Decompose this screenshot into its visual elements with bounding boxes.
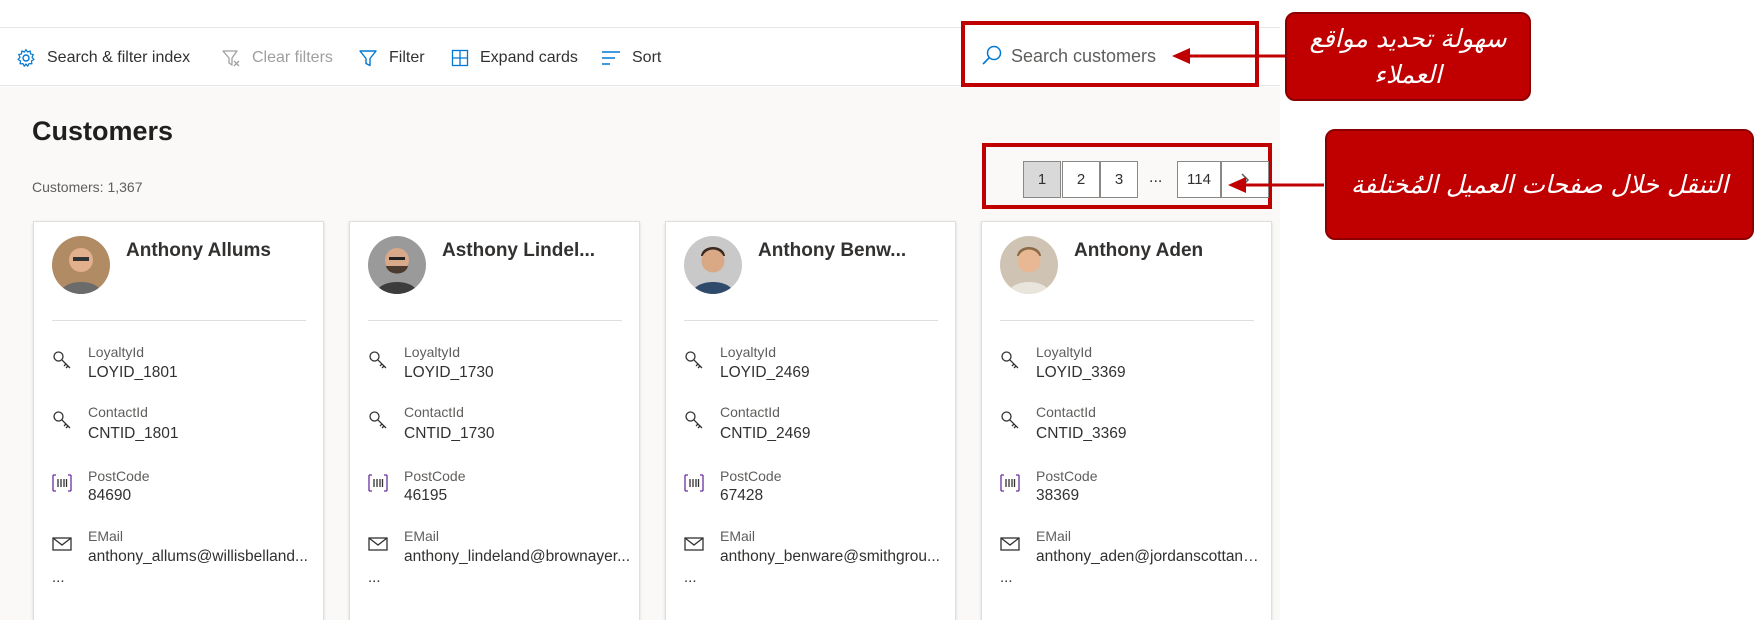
customer-card[interactable]: Anthony Aden LoyaltyId LOYID_3369 Contac… bbox=[981, 221, 1272, 620]
clear-filters-label: Clear filters bbox=[252, 48, 333, 66]
contact-label: ContactId bbox=[720, 404, 780, 420]
expand-cards-label: Expand cards bbox=[480, 48, 578, 66]
filter-icon bbox=[359, 49, 377, 66]
barcode-icon bbox=[684, 474, 704, 492]
email-label: EMail bbox=[88, 528, 124, 544]
divider bbox=[52, 320, 306, 321]
more-fields-ellipsis: ... bbox=[1000, 569, 1013, 586]
email-value: anthony_aden@jordanscottand... bbox=[1036, 548, 1264, 565]
more-fields-ellipsis: ... bbox=[52, 569, 65, 586]
key-icon bbox=[369, 411, 387, 429]
divider bbox=[684, 320, 938, 321]
customer-card[interactable]: Asthony Lindel... LoyaltyId LOYID_1730 C… bbox=[349, 221, 640, 620]
key-icon bbox=[53, 411, 71, 429]
sort-icon bbox=[602, 50, 620, 65]
key-icon bbox=[685, 351, 703, 369]
barcode-icon bbox=[52, 474, 72, 492]
sort-label: Sort bbox=[632, 48, 662, 66]
loyalty-value: LOYID_2469 bbox=[720, 364, 810, 381]
postcode-value: 67428 bbox=[720, 487, 764, 504]
key-icon bbox=[1001, 351, 1019, 369]
page-button-2[interactable]: 2 bbox=[1062, 161, 1100, 198]
callout-search: سهولة تحديد مواقع العملاء bbox=[1285, 12, 1531, 101]
contact-value: CNTID_2469 bbox=[720, 425, 811, 442]
contact-label: ContactId bbox=[1036, 404, 1096, 420]
loyalty-value: LOYID_3369 bbox=[1036, 364, 1126, 381]
loyalty-value: LOYID_1801 bbox=[88, 364, 178, 381]
postcode-value: 84690 bbox=[88, 487, 132, 504]
email-value: anthony_allums@willisbelland... bbox=[88, 548, 308, 565]
contact-value: CNTID_1730 bbox=[404, 425, 495, 442]
email-value: anthony_lindeland@brownayer... bbox=[404, 548, 630, 565]
customer-name[interactable]: Anthony Benw... bbox=[758, 240, 906, 262]
more-fields-ellipsis: ... bbox=[368, 569, 381, 586]
divider bbox=[1000, 320, 1254, 321]
email-value: anthony_benware@smithgrou... bbox=[720, 548, 940, 565]
email-label: EMail bbox=[404, 528, 440, 544]
more-fields-ellipsis: ... bbox=[684, 569, 697, 586]
loyalty-label: LoyaltyId bbox=[88, 344, 145, 360]
clear-filter-icon bbox=[222, 49, 240, 66]
page-button-last[interactable]: 114 bbox=[1177, 161, 1221, 198]
key-icon bbox=[53, 351, 71, 369]
customer-name[interactable]: Anthony Allums bbox=[126, 240, 271, 262]
loyalty-label: LoyaltyId bbox=[1036, 344, 1093, 360]
filter-button[interactable]: Filter bbox=[358, 28, 425, 87]
avatar bbox=[368, 236, 426, 294]
avatar bbox=[684, 236, 742, 294]
main-content: Customers Customers: 1,367 1 2 3 ... 114… bbox=[0, 87, 1280, 620]
loyalty-label: LoyaltyId bbox=[404, 344, 461, 360]
key-icon bbox=[685, 411, 703, 429]
postcode-value: 38369 bbox=[1036, 487, 1080, 504]
search-filter-index-label: Search & filter index bbox=[47, 48, 191, 66]
barcode-icon bbox=[368, 474, 388, 492]
clear-filters-button[interactable]: Clear filters bbox=[221, 28, 333, 87]
postcode-label: PostCode bbox=[88, 468, 150, 484]
customer-card[interactable]: Anthony Allums LoyaltyId LOYID_1801 Cont… bbox=[33, 221, 324, 620]
customer-name[interactable]: Asthony Lindel... bbox=[442, 240, 595, 262]
page-button-3[interactable]: 3 bbox=[1100, 161, 1138, 198]
callout-arrow-pages bbox=[1228, 177, 1324, 193]
mail-icon bbox=[1000, 537, 1020, 551]
search-filter-index-button[interactable]: Search & filter index bbox=[16, 28, 190, 87]
page-button-1[interactable]: 1 bbox=[1023, 161, 1061, 198]
search-placeholder: Search customers bbox=[1011, 46, 1157, 66]
contact-value: CNTID_3369 bbox=[1036, 425, 1127, 442]
mail-icon bbox=[52, 537, 72, 551]
gear-icon bbox=[17, 48, 35, 67]
app-window: Search & filter index Clear filters Filt… bbox=[0, 0, 1756, 620]
grid-icon bbox=[451, 49, 469, 66]
postcode-label: PostCode bbox=[720, 468, 782, 484]
barcode-icon bbox=[1000, 474, 1020, 492]
email-label: EMail bbox=[1036, 528, 1072, 544]
postcode-label: PostCode bbox=[404, 468, 466, 484]
avatar bbox=[52, 236, 110, 294]
page-title: Customers bbox=[32, 116, 174, 146]
contact-label: ContactId bbox=[88, 404, 148, 420]
customer-count: Customers: 1,367 bbox=[32, 179, 143, 195]
callout-arrow-search bbox=[1172, 48, 1288, 64]
page-ellipsis: ... bbox=[1149, 169, 1163, 186]
key-icon bbox=[369, 351, 387, 369]
contact-label: ContactId bbox=[404, 404, 464, 420]
email-label: EMail bbox=[720, 528, 756, 544]
divider bbox=[368, 320, 622, 321]
loyalty-label: LoyaltyId bbox=[720, 344, 777, 360]
customer-card[interactable]: Anthony Benw... LoyaltyId LOYID_2469 Con… bbox=[665, 221, 956, 620]
expand-cards-button[interactable]: Expand cards bbox=[451, 28, 578, 87]
key-icon bbox=[1001, 411, 1019, 429]
mail-icon bbox=[368, 537, 388, 551]
contact-value: CNTID_1801 bbox=[88, 425, 179, 442]
avatar bbox=[1000, 236, 1058, 294]
postcode-label: PostCode bbox=[1036, 468, 1098, 484]
sort-button[interactable]: Sort bbox=[601, 28, 661, 87]
customer-name[interactable]: Anthony Aden bbox=[1074, 240, 1203, 262]
loyalty-value: LOYID_1730 bbox=[404, 364, 494, 381]
postcode-value: 46195 bbox=[404, 487, 448, 504]
callout-pagination: التنقل خلال صفحات العميل المُختلفة bbox=[1325, 129, 1754, 240]
mail-icon bbox=[684, 537, 704, 551]
search-icon bbox=[982, 45, 1002, 65]
filter-label: Filter bbox=[389, 48, 425, 66]
